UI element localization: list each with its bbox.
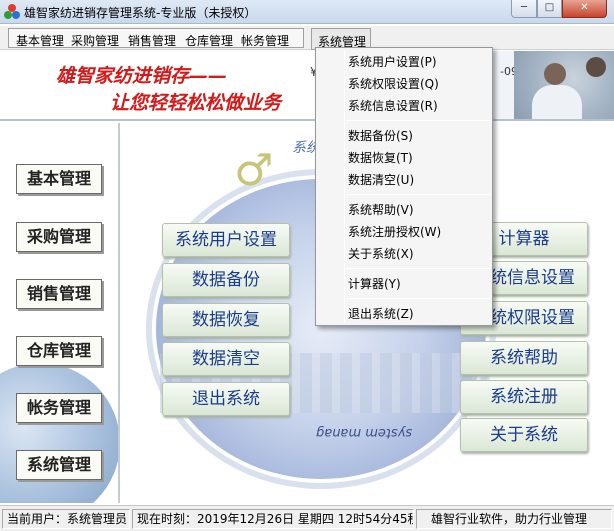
sidebar-item-purchase[interactable]: 采购管理 xyxy=(16,222,102,252)
dropdown-item-clear[interactable]: 数据清空(U) xyxy=(348,170,414,190)
dropdown-item-backup[interactable]: 数据备份(S) xyxy=(348,126,413,146)
help-button[interactable]: 系统帮助 xyxy=(460,341,588,375)
male-symbol-icon: ♂ xyxy=(234,145,274,196)
banner-photo xyxy=(514,51,614,119)
menu-basic[interactable]: 基本管理 xyxy=(16,32,64,49)
window-title: 雄智家纺进销存管理系统-专业版（未授权） xyxy=(24,6,257,20)
status-bar: 当前用户：系统管理员 现在时刻：2019年12月26日 星期四 12时54分45… xyxy=(0,505,614,531)
sidebar-item-accounts[interactable]: 帐务管理 xyxy=(16,393,102,423)
banner: 雄智家纺进销存—— 让您轻轻松松做业务 ¥ -09 xyxy=(0,51,614,121)
dropdown-item-user-settings[interactable]: 系统用户设置(P) xyxy=(348,52,437,72)
sidebar: 基本管理 采购管理 销售管理 仓库管理 帐务管理 系统管理 xyxy=(0,123,118,503)
dropdown-gutter xyxy=(344,50,345,323)
menu-warehouse[interactable]: 仓库管理 xyxy=(185,32,233,49)
dropdown-separator xyxy=(346,298,490,299)
title-bar[interactable]: 雄智家纺进销存管理系统-专业版（未授权） ─ □ ✕ xyxy=(0,0,614,24)
dropdown-item-help[interactable]: 系统帮助(V) xyxy=(348,200,414,220)
sidebar-item-system[interactable]: 系统管理 xyxy=(16,450,102,480)
dropdown-item-exit[interactable]: 退出系统(Z) xyxy=(348,304,414,324)
sidebar-item-basic[interactable]: 基本管理 xyxy=(16,164,102,194)
menu-bar: 基本管理 采购管理 销售管理 仓库管理 帐务管理 系统管理 xyxy=(0,26,614,50)
status-slogan: 雄智行业软件，助力行业管理 xyxy=(416,509,612,529)
about-button[interactable]: 关于系统 xyxy=(460,418,588,452)
sidebar-item-warehouse[interactable]: 仓库管理 xyxy=(16,336,102,366)
main-arc-text: system manag xyxy=(316,425,413,440)
status-current-time: 现在时刻：2019年12月26日 星期四 12时54分45秒 xyxy=(132,509,414,529)
slogan-line-1: 雄智家纺进销存—— xyxy=(56,65,228,87)
status-current-user: 当前用户：系统管理员 xyxy=(2,509,130,529)
dropdown-item-calculator[interactable]: 计算器(Y) xyxy=(348,274,401,294)
dropdown-item-system-info[interactable]: 系统信息设置(R) xyxy=(348,96,438,116)
menu-purchase[interactable]: 采购管理 xyxy=(71,32,119,49)
maximize-button[interactable]: □ xyxy=(537,0,562,18)
dropdown-item-restore[interactable]: 数据恢复(T) xyxy=(348,148,413,168)
dropdown-item-permissions[interactable]: 系统权限设置(Q) xyxy=(348,74,439,94)
minimize-button[interactable]: ─ xyxy=(511,0,537,18)
slogan-line-2: 让您轻轻松松做业务 xyxy=(110,92,282,114)
sidebar-globe-decoration xyxy=(0,363,118,503)
menu-accounts[interactable]: 帐务管理 xyxy=(241,32,289,49)
user-settings-button[interactable]: 系统用户设置 xyxy=(162,223,290,257)
dropdown-separator xyxy=(346,268,490,269)
clear-data-button[interactable]: 数据清空 xyxy=(162,342,290,376)
exit-system-button[interactable]: 退出系统 xyxy=(162,382,290,416)
register-button[interactable]: 系统注册 xyxy=(460,380,588,414)
dropdown-separator xyxy=(346,120,490,121)
dropdown-item-register[interactable]: 系统注册授权(W) xyxy=(348,222,441,242)
system-menu-dropdown: 系统用户设置(P) 系统权限设置(Q) 系统信息设置(R) 数据备份(S) 数据… xyxy=(315,47,493,326)
close-button[interactable]: ✕ xyxy=(562,0,607,18)
menu-sales[interactable]: 销售管理 xyxy=(128,32,176,49)
menu-group: 基本管理 采购管理 销售管理 仓库管理 帐务管理 xyxy=(8,28,304,48)
restore-button[interactable]: 数据恢复 xyxy=(162,303,290,337)
backup-button[interactable]: 数据备份 xyxy=(162,263,290,297)
dropdown-item-about[interactable]: 关于系统(X) xyxy=(348,244,414,264)
sidebar-item-sales[interactable]: 销售管理 xyxy=(16,279,102,309)
dropdown-separator xyxy=(346,194,490,195)
app-logo-icon xyxy=(4,4,20,20)
